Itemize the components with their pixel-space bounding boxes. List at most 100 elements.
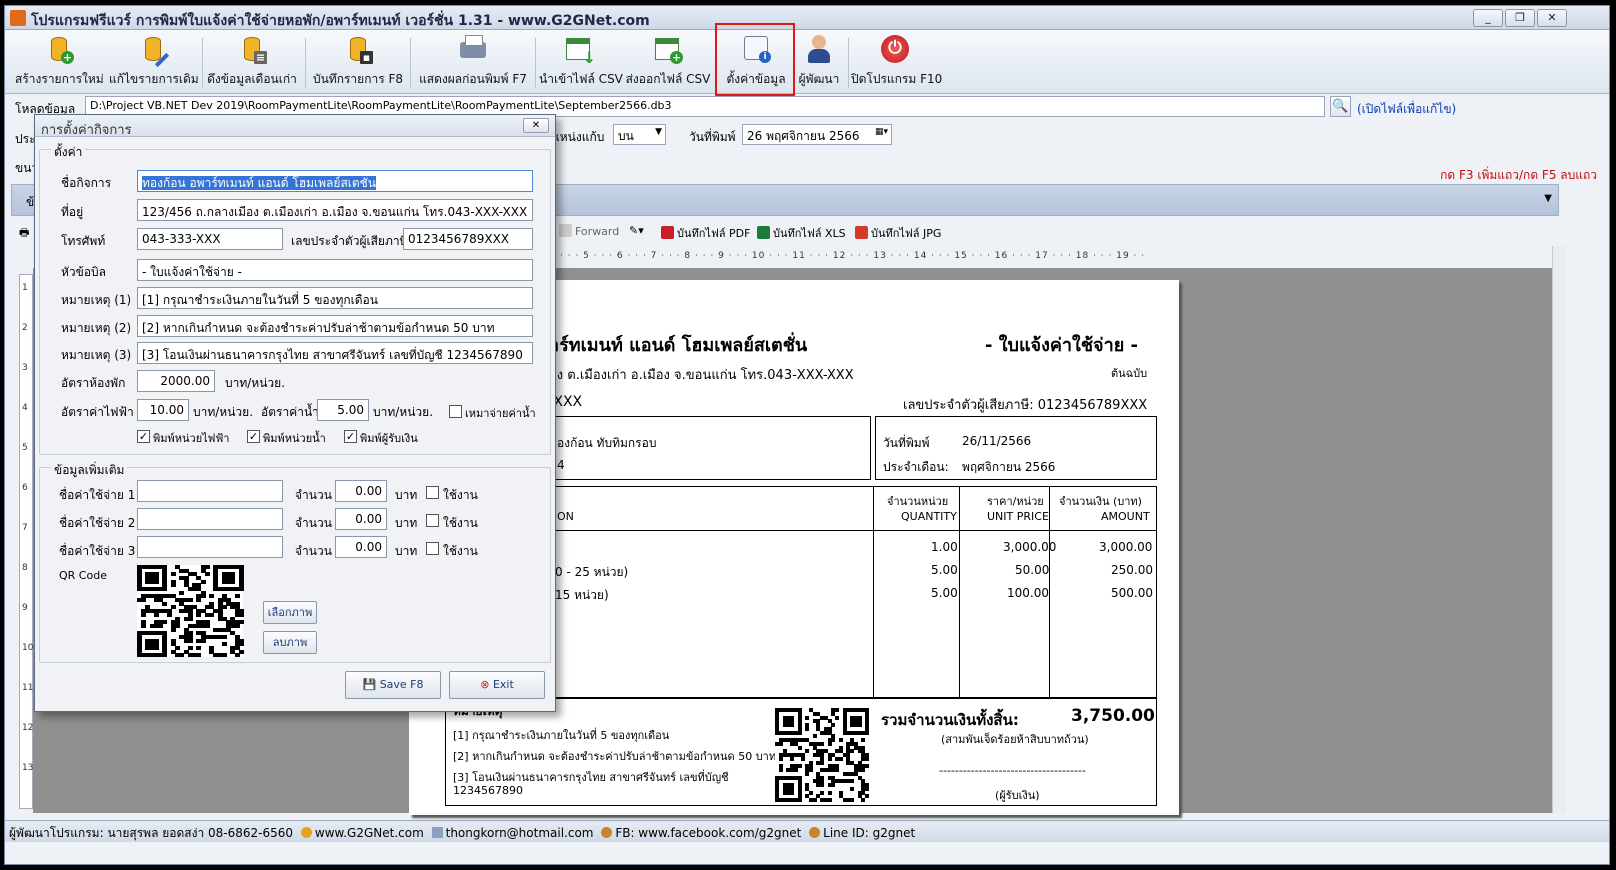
load-old-month-button[interactable]: ≡ ดึงข้อมูลเดือนเก่า bbox=[205, 34, 299, 90]
database-list-icon: ≡ bbox=[237, 34, 267, 64]
collapse-arrow-icon[interactable]: ▼ bbox=[1544, 193, 1552, 204]
room-number: 4 bbox=[557, 458, 565, 472]
export-dropdown-button[interactable]: ✎▾ bbox=[629, 224, 644, 237]
unit-label: บาท/หน่วย. bbox=[225, 376, 286, 390]
extra-name-label: ชื่อค่าใช้จ่าย 2 bbox=[59, 516, 136, 530]
extra-unit-label: บาท bbox=[395, 516, 418, 530]
print-receiver-checkbox[interactable]: ✓ bbox=[344, 430, 357, 443]
room-rate-input[interactable]: 2000.00 bbox=[137, 370, 215, 392]
print-date-picker[interactable]: 26 พฤศจิกายน 2566 ▦▾ bbox=[742, 124, 892, 145]
dialog-close-button[interactable]: ✕ bbox=[523, 118, 549, 133]
address-input[interactable]: 123/456 ถ.กลางเมือง ต.เมืองเก่า อ.เมือง … bbox=[137, 199, 533, 221]
save-settings-button[interactable]: 💾 Save F8 bbox=[345, 671, 441, 699]
user-icon bbox=[601, 827, 613, 838]
unit-label: บาท/หน่วย. bbox=[373, 405, 434, 419]
col-header-amount-en: AMOUNT bbox=[1101, 510, 1150, 523]
status-bar: ผู้พัฒนาโปรแกรม: นายสุรพล ยอดสง่า 08-686… bbox=[5, 820, 1609, 842]
position-select[interactable]: บน ▼ bbox=[613, 124, 666, 145]
row-qty: 5.00 bbox=[931, 586, 958, 600]
row-amount: 3,000.00 bbox=[1099, 540, 1153, 554]
invoice-date-label: วันที่พิมพ์ bbox=[883, 436, 930, 450]
export-icon: ✎▾ bbox=[629, 224, 644, 237]
note-line: 1234567890 bbox=[453, 784, 523, 797]
extra-name-input[interactable] bbox=[137, 480, 283, 502]
note3-label: หมายเหตุ (3) bbox=[61, 348, 132, 362]
save-xls-button[interactable]: บันทึกไฟล์ XLS bbox=[757, 224, 846, 242]
maximize-button[interactable]: ❐ bbox=[1505, 9, 1535, 27]
phone-input[interactable]: 043-333-XXX bbox=[137, 228, 283, 250]
signature-line: ------------------------------------- bbox=[939, 764, 1086, 777]
qr-code-label: QR Code bbox=[59, 569, 107, 582]
delete-image-button[interactable]: ลบภาพ bbox=[263, 631, 317, 654]
extra-use-checkbox[interactable] bbox=[426, 542, 439, 555]
note2-input[interactable]: [2] หากเกินกำหนด จะต้องชำระค่าปรับล่าช้า… bbox=[137, 315, 533, 337]
choose-image-button[interactable]: เลือกภาพ bbox=[263, 601, 317, 624]
row-amount: 500.00 bbox=[1111, 586, 1153, 600]
settings-group-label: ตั้งค่า bbox=[51, 143, 86, 162]
window-title: โปรแกรมฟรีแวร์ การพิมพ์ใบแจ้งค่าใช้จ่ายห… bbox=[31, 13, 650, 29]
note3-input[interactable]: [3] โอนเงินผ่านธนาคารกรุงไทย สาขาศรีจันท… bbox=[137, 342, 533, 364]
vertical-ruler: 1 2 3 4 5 6 7 8 9 10 11 12 13 bbox=[19, 274, 33, 809]
extra-amount-input[interactable]: 0.00 bbox=[335, 536, 387, 558]
developer-button[interactable]: ผู้พัฒนา bbox=[795, 34, 843, 90]
status-developer: ผู้พัฒนาโปรแกรม: นายสุรพล ยอดสง่า 08-686… bbox=[9, 826, 294, 840]
status-website[interactable]: www.G2GNet.com bbox=[315, 826, 424, 840]
extra-name-input[interactable] bbox=[137, 536, 283, 558]
power-icon: ⏻ bbox=[880, 34, 910, 64]
dialog-title: การตั้งค่ากิจการ bbox=[41, 123, 132, 138]
address-label: ที่อยู่ bbox=[61, 205, 84, 219]
unit-label: บาท/หน่วย. bbox=[193, 405, 254, 419]
database-save-icon: ▪ bbox=[343, 34, 373, 64]
electric-rate-label: อัตราค่าไฟฟ้า bbox=[61, 405, 134, 419]
forward-button[interactable]: Forward bbox=[559, 224, 619, 238]
extra-use-checkbox[interactable] bbox=[426, 486, 439, 499]
flat-water-label: เหมาจ่ายค่าน้ำ bbox=[465, 407, 536, 420]
extra-use-checkbox[interactable] bbox=[426, 514, 439, 527]
status-line-id[interactable]: Line ID: g2gnet bbox=[823, 826, 915, 840]
extra-amount-input[interactable]: 0.00 bbox=[335, 508, 387, 530]
vertical-scrollbar[interactable] bbox=[1552, 246, 1566, 813]
save-jpg-button[interactable]: บันทึกไฟล์ JPG bbox=[855, 224, 941, 242]
col-header-amount-th: จำนวนเงิน (บาท) bbox=[1059, 495, 1142, 508]
note-line: [1] กรุณาชำระเงินภายในวันที่ 5 ของทุกเดื… bbox=[453, 729, 670, 742]
open-file-link[interactable]: (เปิดไฟล์เพื่อแก้ไข) bbox=[1357, 100, 1456, 119]
business-name-input[interactable]: ทองก้อน อพาร์ทเมนท์ แอนด์ โฮมเพลย์สเตชั่… bbox=[137, 170, 533, 192]
status-email[interactable]: thongkorn@hotmail.com bbox=[446, 826, 594, 840]
invoice-title: - ใบแจ้งค่าใช้จ่าย - bbox=[985, 335, 1138, 356]
chevron-down-icon: ▼ bbox=[655, 127, 662, 137]
extra-name-input[interactable] bbox=[137, 508, 283, 530]
minimize-button[interactable]: _ bbox=[1473, 9, 1503, 27]
save-record-button[interactable]: ▪ บันทึกรายการ F8 bbox=[310, 34, 406, 90]
exit-dialog-button[interactable]: ⊗ Exit bbox=[449, 671, 545, 699]
row-price: 3,000.00 bbox=[1003, 540, 1057, 554]
status-facebook[interactable]: FB: www.facebook.com/g2gnet bbox=[615, 826, 801, 840]
electric-rate-input[interactable]: 10.00 bbox=[137, 399, 189, 421]
water-rate-input[interactable]: 5.00 bbox=[317, 399, 369, 421]
save-pdf-button[interactable]: บันทึกไฟล์ PDF bbox=[661, 224, 750, 242]
business-name-label: ชื่อกิจการ bbox=[61, 176, 112, 190]
print-receiver-label: พิมพ์ผู้รับเงิน bbox=[360, 432, 418, 445]
flat-water-checkbox[interactable] bbox=[449, 405, 462, 418]
extra-unit-label: บาท bbox=[395, 544, 418, 558]
extra-use-label: ใช้งาน bbox=[443, 516, 478, 530]
print-water-checkbox[interactable]: ✓ bbox=[247, 430, 260, 443]
bill-header-input[interactable]: - ใบแจ้งค่าใช้จ่าย - bbox=[137, 259, 533, 281]
note1-input[interactable]: [1] กรุณาชำระเงินภายในวันที่ 5 ของทุกเดื… bbox=[137, 287, 533, 309]
spreadsheet-import-icon: ↓ bbox=[564, 34, 596, 67]
export-csv-button[interactable]: + ส่งออกไฟล์ CSV bbox=[625, 34, 711, 90]
edit-record-button[interactable]: แก้ไขรายการเดิม bbox=[109, 34, 199, 90]
new-record-button[interactable]: + สร้างรายการใหม่ bbox=[15, 34, 104, 90]
note2-label: หมายเหตุ (2) bbox=[61, 321, 132, 335]
close-button[interactable]: ✕ bbox=[1537, 9, 1567, 27]
print-electric-checkbox[interactable]: ✓ bbox=[137, 430, 150, 443]
extra-amount-input[interactable]: 0.00 bbox=[335, 480, 387, 502]
print-icon[interactable]: 🖶 bbox=[19, 224, 29, 243]
position-label: แหน่งแก้บ bbox=[552, 130, 605, 144]
import-csv-button[interactable]: ↓ นำเข้าไฟล์ CSV bbox=[539, 34, 623, 90]
invoice-month-label: ประจำเดือน: bbox=[883, 460, 949, 474]
tax-id-input[interactable]: 0123456789XXX bbox=[403, 228, 533, 250]
browse-file-button[interactable]: 🔍 bbox=[1330, 96, 1351, 117]
print-preview-button[interactable]: แสดงผลก่อนพิมพ์ F7 bbox=[415, 34, 531, 90]
exit-program-button[interactable]: ⏻ ปิดโปรแกรม F10 bbox=[851, 34, 942, 90]
invoice-address: อง ต.เมืองเก่า อ.เมือง จ.ขอนแก่น โทร.043… bbox=[549, 368, 854, 383]
